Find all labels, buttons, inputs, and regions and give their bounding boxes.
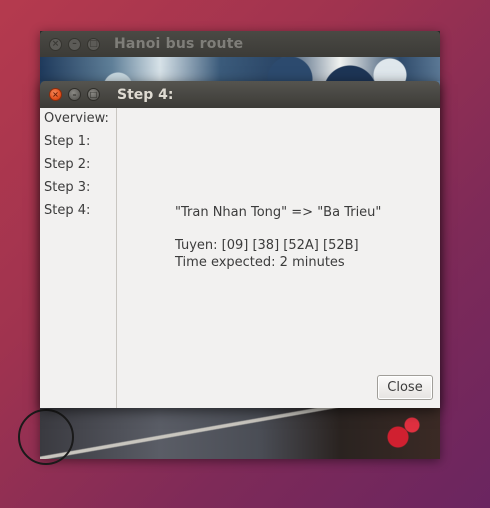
back-maximize-icon[interactable]: □ xyxy=(87,38,100,51)
back-window-titlebar[interactable]: × – □ Hanoi bus route xyxy=(40,31,440,57)
bicycle-wheel-image xyxy=(18,409,74,465)
time-expected-text: Time expected: 2 minutes xyxy=(175,255,345,270)
sidebar-item-step-1[interactable]: Step 1: xyxy=(44,134,90,149)
minimize-icon[interactable]: – xyxy=(68,88,81,101)
sidebar-item-overview[interactable]: Overview: xyxy=(44,111,109,126)
background-photo-bottom xyxy=(40,407,440,459)
back-window-title: Hanoi bus route xyxy=(114,36,244,52)
back-close-icon[interactable]: × xyxy=(49,38,62,51)
dialog-titlebar[interactable]: × – □ Step 4: xyxy=(40,81,440,108)
sidebar-item-step-4[interactable]: Step 4: xyxy=(44,203,90,218)
dialog-body: Overview: Step 1: Step 2: Step 3: Step 4… xyxy=(40,108,440,408)
maximize-icon[interactable]: □ xyxy=(87,88,100,101)
route-text: "Tran Nhan Tong" => "Ba Trieu" xyxy=(175,205,382,220)
step-sidebar: Overview: Step 1: Step 2: Step 3: Step 4… xyxy=(40,108,117,408)
step-dialog: × – □ Step 4: Overview: Step 1: Step 2: … xyxy=(40,81,440,408)
bus-lines-text: Tuyen: [09] [38] [52A] [52B] xyxy=(175,238,359,253)
sidebar-item-step-2[interactable]: Step 2: xyxy=(44,157,90,172)
dialog-title: Step 4: xyxy=(117,87,174,103)
close-button[interactable]: Close xyxy=(377,375,433,400)
back-minimize-icon[interactable]: – xyxy=(68,38,81,51)
close-icon[interactable]: × xyxy=(49,88,62,101)
sidebar-item-step-3[interactable]: Step 3: xyxy=(44,180,90,195)
